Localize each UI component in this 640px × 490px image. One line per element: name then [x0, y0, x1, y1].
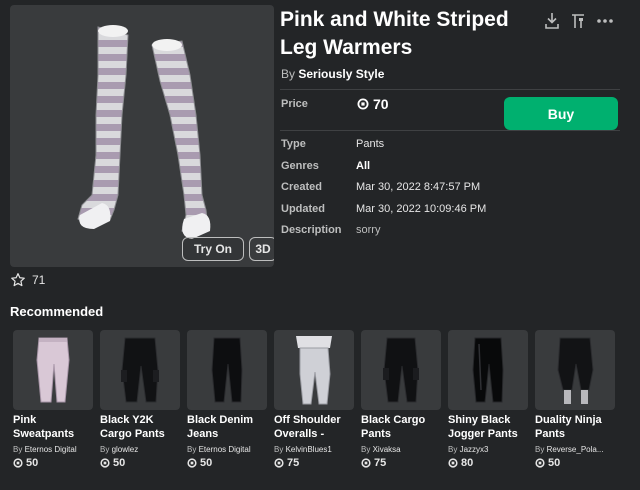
overalls-image — [296, 336, 332, 405]
by-prefix: By — [281, 67, 296, 81]
item-name[interactable]: Duality Ninja Pants — [535, 413, 615, 441]
item-creator: By KelvinBlues1 — [274, 445, 332, 454]
price-value: 70 — [357, 96, 389, 112]
item-price: 50 — [187, 457, 267, 469]
pants-image — [121, 337, 159, 403]
recommended-card[interactable]: Shiny Black Jogger Pants By Jazzyx3 80 — [448, 330, 528, 469]
detail-value[interactable]: All — [356, 160, 370, 172]
download-icon[interactable] — [544, 12, 560, 30]
item-creator: By Jazzyx3 — [448, 445, 489, 454]
item-actions — [544, 12, 614, 30]
item-name[interactable]: Pink Sweatpants — [13, 413, 93, 441]
item-creator: By Xivaksa — [361, 445, 401, 454]
item-price: 80 — [448, 457, 528, 469]
detail-key: Type — [281, 138, 306, 150]
robux-icon — [361, 458, 371, 468]
item-thumbnail[interactable] — [274, 330, 354, 410]
item-title: Pink and White Striped Leg Warmers — [280, 8, 509, 59]
divider — [280, 130, 620, 131]
item-thumbnail[interactable] — [535, 330, 615, 410]
pants-image — [36, 337, 70, 403]
detail-key: Description — [281, 224, 342, 236]
detail-key: Updated — [281, 202, 325, 215]
recommended-card[interactable]: Black Denim Jeans By Eternos Digital 50 — [187, 330, 267, 469]
item-thumbnail[interactable] — [361, 330, 441, 410]
item-thumbnail[interactable] — [187, 330, 267, 410]
item-name[interactable]: Black Y2K Cargo Pants — [100, 413, 180, 441]
item-name[interactable]: Off Shoulder Overalls - — [274, 413, 354, 441]
detail-value: Mar 30, 2022 10:09:46 PM — [356, 202, 487, 215]
pants-image — [472, 337, 504, 403]
item-name[interactable]: Black Denim Jeans — [187, 413, 267, 441]
star-icon[interactable] — [10, 272, 26, 288]
robux-icon — [100, 458, 110, 468]
more-icon[interactable] — [596, 12, 614, 30]
3d-button[interactable]: 3D — [249, 237, 274, 261]
item-creator: By Eternos Digital — [13, 445, 77, 454]
recommended-card[interactable]: Duality Ninja Pants By Reverse_Pola... 5… — [535, 330, 615, 469]
robux-icon — [13, 458, 23, 468]
pants-image — [557, 337, 594, 404]
detail-value: sorry — [356, 224, 381, 236]
item-creator: By Eternos Digital — [187, 445, 251, 454]
favorite-area[interactable]: 71 — [10, 272, 45, 288]
robux-icon — [274, 458, 284, 468]
leg-warmers-image — [77, 25, 211, 239]
recommended-card[interactable]: Pink Sweatpants By Eternos Digital 50 — [13, 330, 93, 469]
try-on-button[interactable]: Try On — [182, 237, 244, 261]
item-price: 50 — [535, 457, 615, 469]
item-creator: By Reverse_Pola... — [535, 445, 604, 454]
recommended-card[interactable]: Off Shoulder Overalls - By KelvinBlues1 … — [274, 330, 354, 469]
creator-byline: By Seriously Style — [281, 67, 384, 81]
robux-icon — [357, 98, 369, 110]
pants-image — [383, 337, 419, 403]
pants-image — [211, 337, 243, 403]
divider — [280, 89, 620, 90]
buy-button[interactable]: Buy — [504, 97, 618, 130]
detail-value[interactable]: Pants — [356, 138, 384, 150]
creator-link[interactable]: Seriously Style — [298, 67, 384, 81]
item-price: 50 — [13, 457, 93, 469]
item-price: 75 — [361, 457, 441, 469]
configure-icon[interactable] — [570, 12, 586, 30]
item-preview[interactable]: Try On 3D — [10, 5, 274, 267]
robux-icon — [448, 458, 458, 468]
item-thumbnail[interactable] — [448, 330, 528, 410]
favorite-count: 71 — [32, 273, 46, 287]
detail-key: Genres — [281, 159, 319, 172]
recommended-heading: Recommended — [10, 304, 104, 319]
item-thumbnail[interactable] — [13, 330, 93, 410]
robux-icon — [535, 458, 545, 468]
recommended-card[interactable]: Black Cargo Pants By Xivaksa 75 — [361, 330, 441, 469]
robux-icon — [187, 458, 197, 468]
item-thumbnail[interactable] — [100, 330, 180, 410]
price-amount: 70 — [373, 96, 389, 112]
detail-key: Created — [281, 181, 322, 193]
item-creator: By glowlez — [100, 445, 139, 454]
item-name[interactable]: Shiny Black Jogger Pants — [448, 413, 528, 441]
item-price: 75 — [274, 457, 354, 469]
recommended-card[interactable]: Black Y2K Cargo Pants By glowlez 50 — [100, 330, 180, 469]
item-price: 50 — [100, 457, 180, 469]
detail-value: Mar 30, 2022 8:47:57 PM — [356, 181, 481, 193]
item-name[interactable]: Black Cargo Pants — [361, 413, 441, 441]
price-label: Price — [281, 98, 308, 110]
